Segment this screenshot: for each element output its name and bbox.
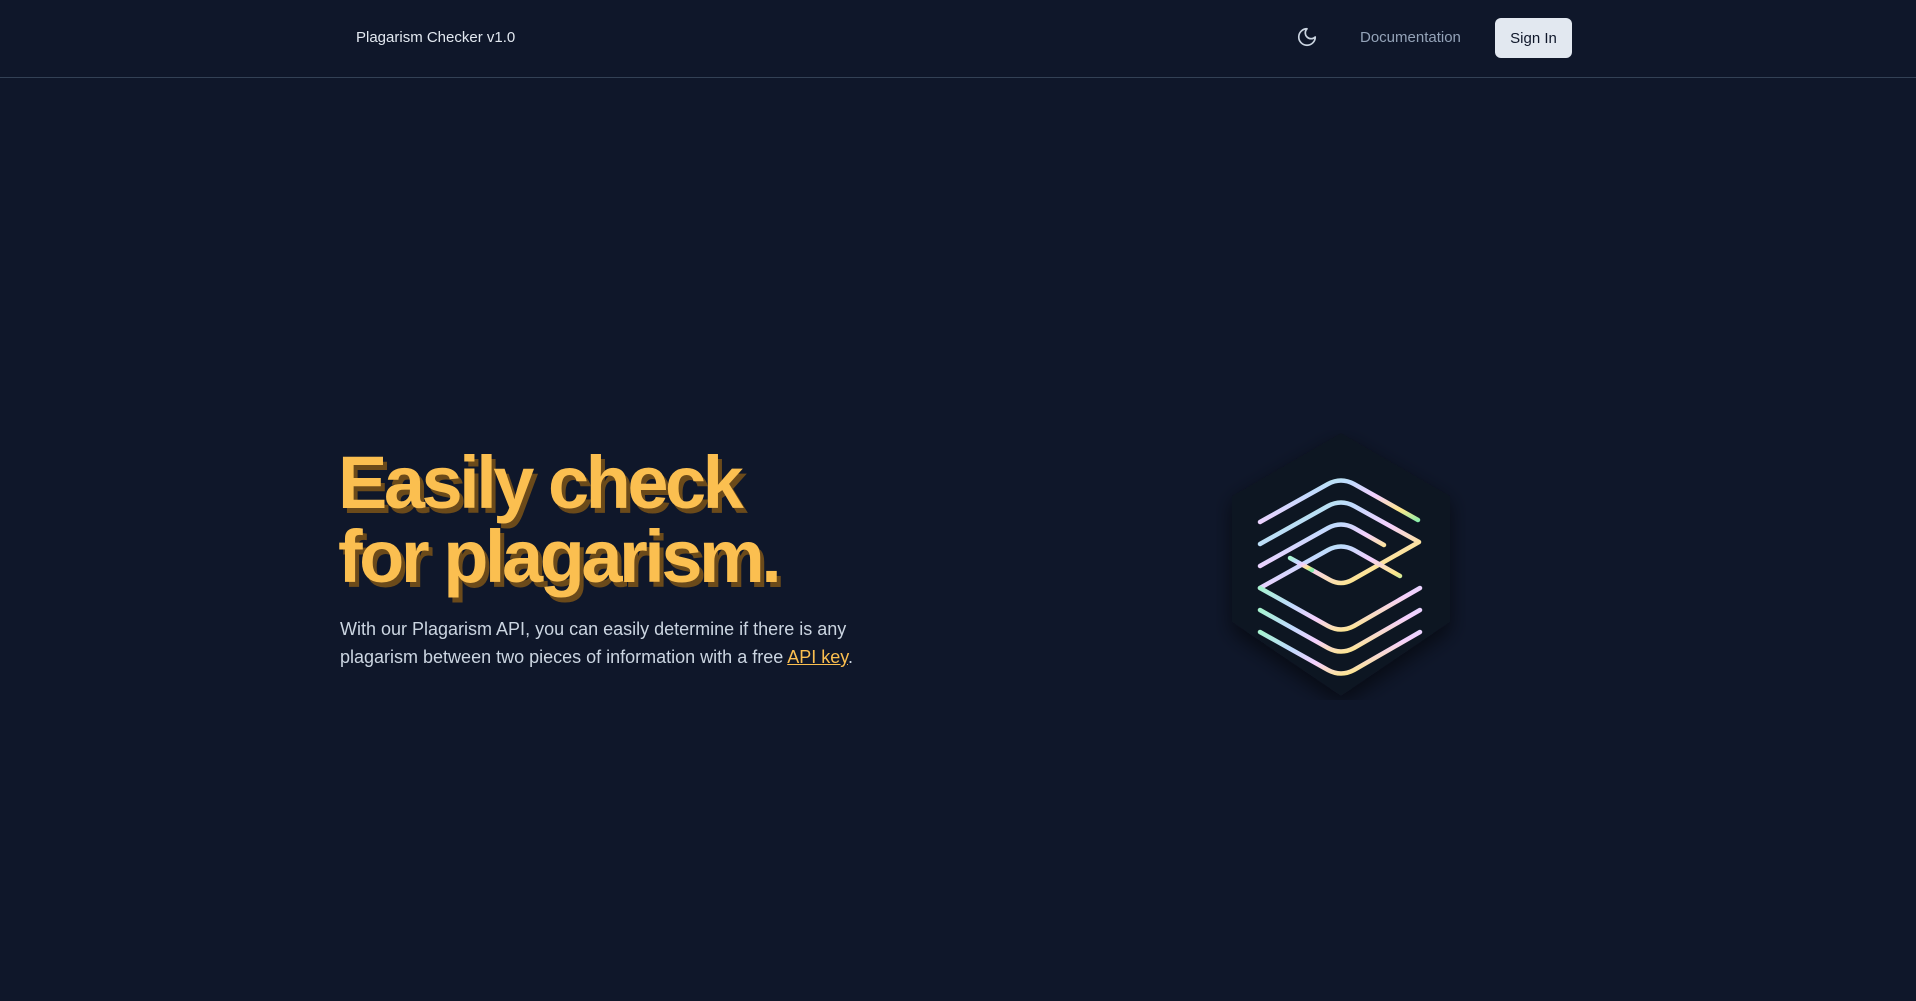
brand-link[interactable]: Plagarism Checker v1.0 [356, 28, 515, 48]
hero-description-suffix: . [847, 647, 853, 667]
hero-description-text: With our Plagarism API, you can easily d… [340, 619, 847, 667]
theme-toggle-button[interactable] [1294, 24, 1320, 50]
hero-title: Easily check for plagarism. [338, 441, 782, 598]
top-navbar: Plagarism Checker v1.0 Documentation Sig… [0, 0, 1916, 78]
hero-title-line-2: for plagarism. [338, 515, 782, 598]
layers-hexagon-icon [1216, 430, 1466, 700]
api-key-link[interactable]: API key [787, 647, 848, 667]
hero-description: With our Plagarism API, you can easily d… [340, 615, 900, 671]
documentation-link[interactable]: Documentation [1360, 28, 1461, 48]
sign-in-button[interactable]: Sign In [1495, 18, 1572, 58]
hero-title-line-1: Easily check [338, 441, 744, 524]
moon-icon [1297, 27, 1317, 47]
